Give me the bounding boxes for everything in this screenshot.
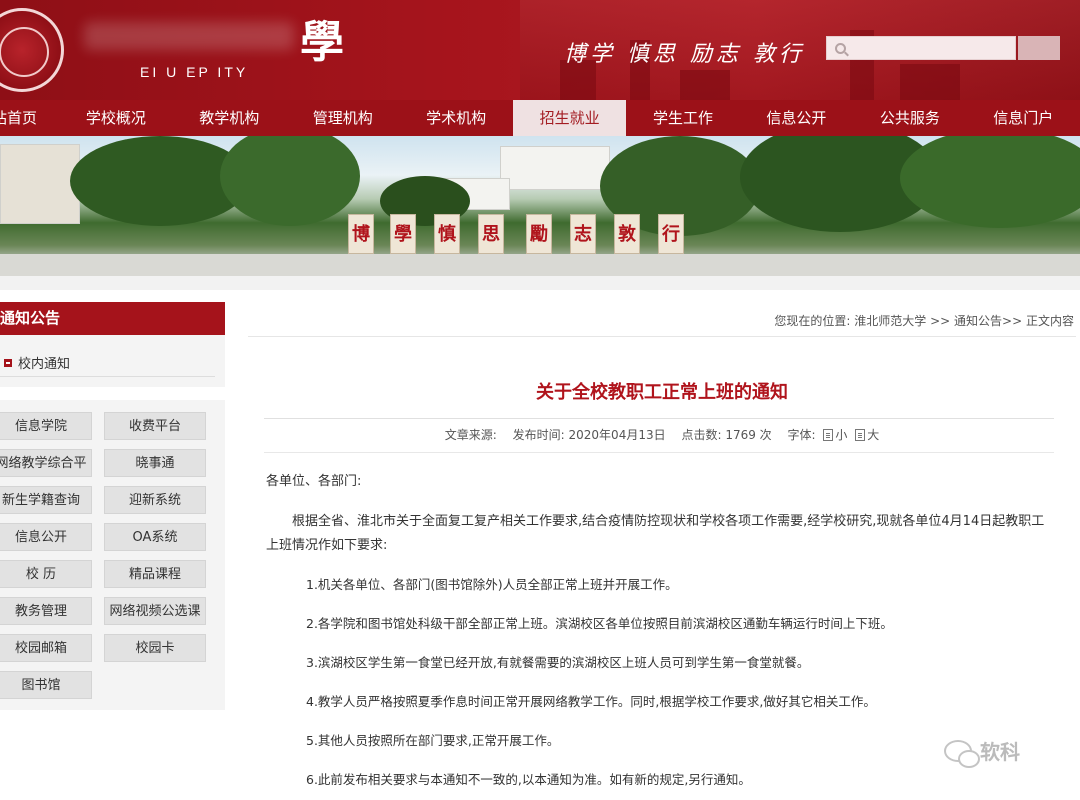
font-large-button[interactable]: 大 [851, 428, 879, 442]
sidebar-item-label: 校内通知 [18, 357, 71, 372]
quick-link-button[interactable]: 精品课程 [104, 560, 206, 588]
article-item: 4.教学人员严格按照夏季作息时间正常开展网络教学工作。同时,根据学校工作要求,做… [306, 694, 876, 709]
quick-link-button[interactable]: 新生学籍查询 [0, 486, 92, 514]
banner-stone-char: 敦 [614, 214, 640, 254]
school-name-blurred [84, 22, 294, 50]
divider [0, 376, 215, 377]
nav-item-disclosure[interactable]: 信息公开 [740, 100, 853, 136]
school-motto: 博学 慎思 励志 敦行 [564, 42, 805, 67]
sidebar-submenu: 校内通知 [0, 335, 225, 387]
wechat-icon [944, 739, 980, 768]
font-label: 字体: [787, 428, 816, 442]
banner-building-center [500, 146, 610, 190]
document-icon [823, 429, 834, 441]
quick-link-button[interactable]: 校园卡 [104, 634, 206, 662]
document-icon [855, 429, 866, 441]
search-input[interactable] [852, 41, 1012, 55]
banner-stone-char: 博 [348, 214, 374, 254]
nav-item-home[interactable]: 站首页 [0, 100, 59, 136]
sidebar-item-campus-notice[interactable]: 校内通知 [4, 353, 70, 372]
date-value: 2020年04月13日 [568, 428, 666, 442]
quick-link-button[interactable]: 信息学院 [0, 412, 92, 440]
article-item: 6.此前发布相关要求与本通知不一致的,以本通知为准。如有新的规定,另行通知。 [306, 772, 751, 787]
nav-item-overview[interactable]: 学校概况 [59, 100, 172, 136]
banner-road [0, 254, 1080, 276]
divider [264, 452, 1054, 453]
breadcrumb-separator: >> [1002, 314, 1023, 328]
banner-stone-char: 慎 [434, 214, 460, 254]
quick-link-button[interactable]: 教务管理 [0, 597, 92, 625]
watermark-text: 软科 [980, 740, 1020, 764]
banner-divider [0, 276, 1080, 290]
banner-stone-char: 思 [478, 214, 504, 254]
article-salutation: 各单位、各部门: [266, 474, 362, 489]
article-title: 关于全校教职工正常上班的通知 [536, 382, 788, 403]
breadcrumb-link-notices[interactable]: 通知公告 [954, 314, 1002, 328]
divider [248, 336, 1076, 337]
banner-stone-char: 勵 [526, 214, 552, 254]
banner-stone-char: 學 [390, 214, 416, 254]
banner-stone-char: 行 [658, 214, 684, 254]
quick-link-button[interactable]: 晓事通 [104, 449, 206, 477]
banner-stone-char: 志 [570, 214, 596, 254]
wechat-watermark: 软科 [944, 736, 1020, 768]
hits-value: 1769 次 [725, 428, 772, 442]
quick-link-button[interactable]: 信息公开 [0, 523, 92, 551]
breadcrumb-separator: >> [930, 314, 951, 328]
quick-link-button[interactable]: 网络视频公选课 [104, 597, 206, 625]
divider [264, 418, 1054, 419]
quick-links: 信息学院 收费平台 网络教学综合平 晓事通 新生学籍查询 迎新系统 信息公开 O… [0, 400, 225, 710]
quick-link-button[interactable]: 迎新系统 [104, 486, 206, 514]
quick-link-button[interactable]: 图书馆 [0, 671, 92, 699]
search-icon [835, 42, 846, 54]
date-label: 发布时间: [512, 428, 565, 442]
font-small-button[interactable]: 小 [819, 428, 847, 442]
banner-tree [900, 136, 1080, 228]
banner-tree [220, 136, 360, 226]
quick-link-button[interactable]: 收费平台 [104, 412, 206, 440]
school-name-char: 學 [300, 17, 344, 68]
breadcrumb-prefix: 您现在的位置: [774, 314, 851, 328]
sidebar-title: 通知公告 [0, 302, 225, 335]
nav-item-student-affairs[interactable]: 学生工作 [626, 100, 739, 136]
source-label: 文章来源: [444, 428, 497, 442]
hits-label: 点击数: [681, 428, 722, 442]
nav-item-academic[interactable]: 学术机构 [399, 100, 512, 136]
nav-item-teaching[interactable]: 教学机构 [173, 100, 286, 136]
campus-banner: 博 學 慎 思 勵 志 敦 行 [0, 136, 1080, 276]
breadcrumb: 您现在的位置: 淮北师范大学 >> 通知公告>> 正文内容 [774, 312, 1074, 329]
minus-square-icon [4, 358, 12, 367]
article-item: 3.滨湖校区学生第一食堂已经开放,有就餐需要的滨湖校区上班人员可到学生第一食堂就… [306, 655, 810, 670]
banner-building-left [0, 144, 80, 224]
article-intro: 根据全省、淮北市关于全面复工复产相关工作要求,结合疫情防控现状和学校各项工作需要… [266, 514, 1045, 553]
font-large-label: 大 [867, 428, 880, 442]
font-small-label: 小 [835, 428, 848, 442]
article-item: 1.机关各单位、各部门(图书馆除外)人员全部正常上班并开展工作。 [306, 577, 678, 592]
nav-item-admissions[interactable]: 招生就业 [512, 100, 627, 136]
nav-item-admin[interactable]: 管理机构 [286, 100, 399, 136]
nav-item-portal[interactable]: 信息门户 [967, 100, 1080, 136]
quick-link-button[interactable]: 校 历 [0, 560, 92, 588]
main-nav: 站首页 学校概况 教学机构 管理机构 学术机构 招生就业 学生工作 信息公开 公… [0, 100, 1080, 136]
article-item: 2.各学院和图书馆处科级干部全部正常上班。滨湖校区各单位按照目前滨湖校区通勤车辆… [306, 616, 893, 631]
breadcrumb-current: 正文内容 [1025, 314, 1074, 328]
school-name-en: EI U EP ITY [140, 64, 249, 80]
quick-link-button[interactable]: OA系统 [104, 523, 206, 551]
quick-link-button[interactable]: 网络教学综合平 [0, 449, 92, 477]
breadcrumb-link-home[interactable]: 淮北师范大学 [854, 314, 926, 328]
search-box[interactable] [826, 36, 1016, 60]
article-meta: 文章来源: 发布时间: 2020年04月13日 点击数: 1769 次 字体: … [248, 426, 1076, 443]
site-header: 學 EI U EP ITY 博学 慎思 励志 敦行 [0, 0, 1080, 100]
quick-link-button[interactable]: 校园邮箱 [0, 634, 92, 662]
nav-item-public-service[interactable]: 公共服务 [853, 100, 966, 136]
search-button[interactable] [1018, 36, 1060, 60]
school-logo[interactable] [0, 8, 64, 92]
